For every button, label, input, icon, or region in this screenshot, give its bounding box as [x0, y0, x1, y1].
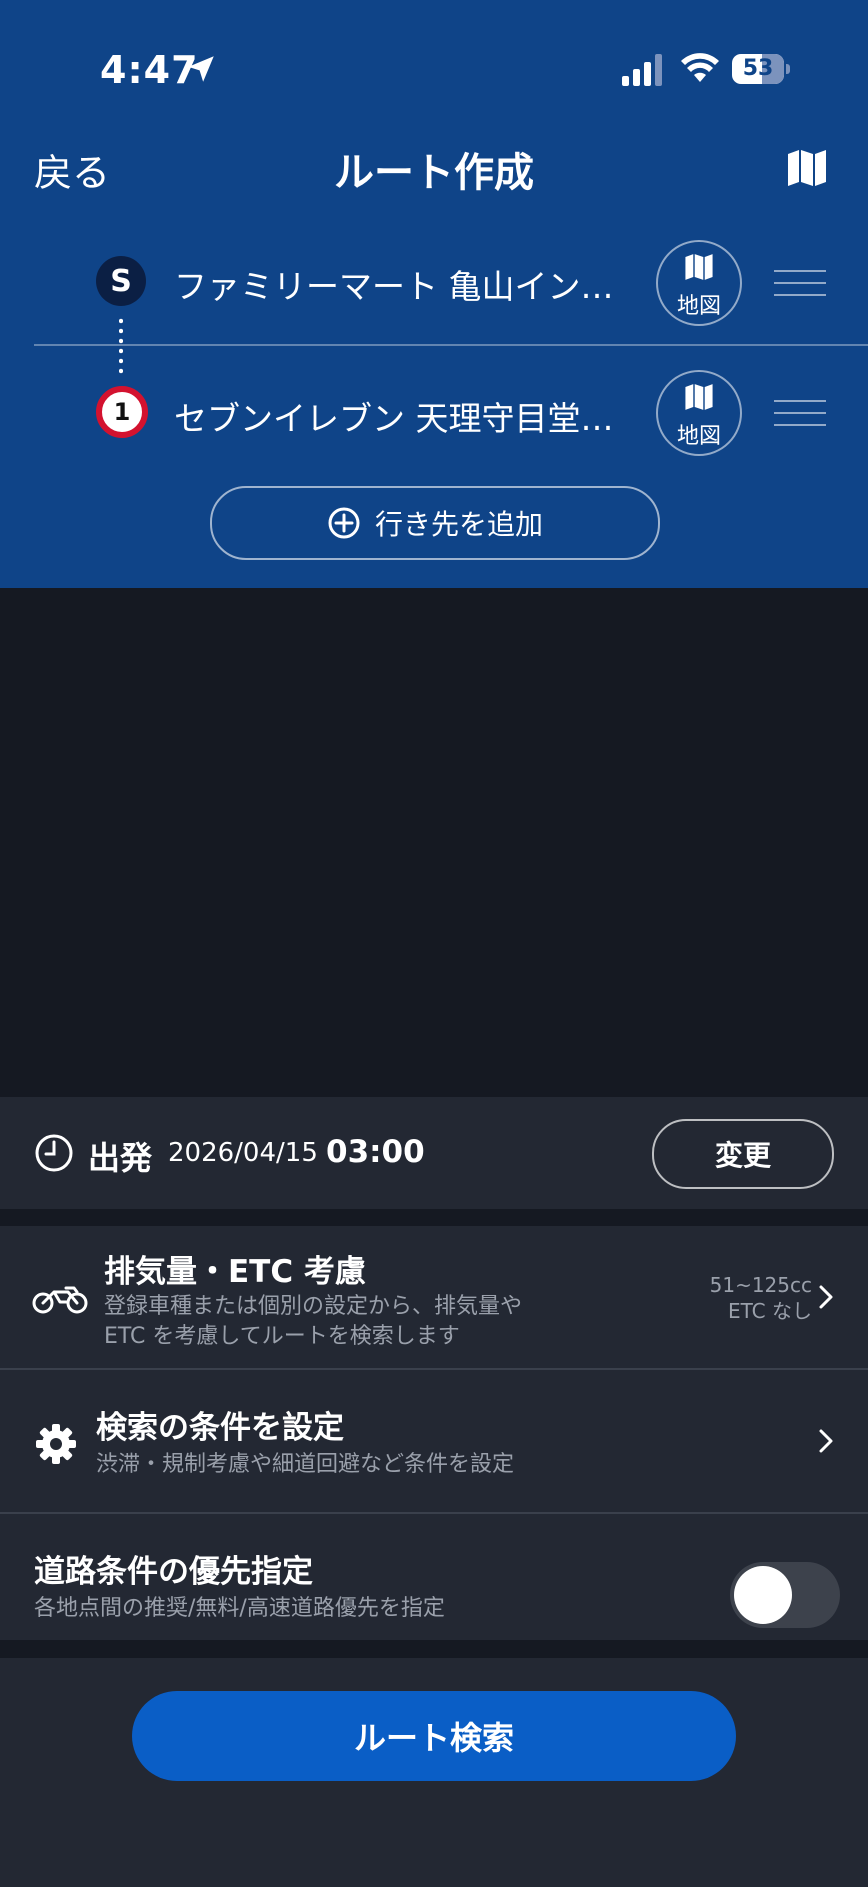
drag-handle-icon[interactable]: [774, 400, 826, 428]
exhaust-value-etc: ETC なし: [727, 1299, 812, 1323]
exhaust-etc-setting[interactable]: 排気量・ETC 考慮 登録車種または個別の設定から、排気量や ETC を考慮して…: [0, 1226, 868, 1368]
stop-1-marker: 1: [96, 386, 148, 438]
wifi-icon: [681, 53, 719, 82]
cellular-signal-icon: [622, 54, 662, 86]
start-map-button[interactable]: 地図: [656, 240, 742, 326]
map-icon[interactable]: [786, 148, 828, 188]
stop-1-place-name[interactable]: セブンイレブン 天理守目堂…: [174, 392, 614, 440]
add-destination-label: 行き先を追加: [374, 508, 543, 541]
location-arrow-icon: [188, 56, 214, 82]
exhaust-etc-title: 排気量・ETC 考慮: [104, 1254, 366, 1290]
route-search-button[interactable]: ルート検索: [132, 1691, 736, 1781]
road-priority-toggle[interactable]: [730, 1562, 840, 1628]
battery-indicator: 53: [732, 54, 790, 86]
clock-icon: [35, 1134, 73, 1172]
exhaust-etc-desc-2: ETC を考慮してルートを検索します: [104, 1324, 460, 1349]
stop-1-map-button[interactable]: 地図: [656, 370, 742, 456]
map-icon: [685, 254, 713, 280]
map-icon: [685, 384, 713, 410]
exhaust-etc-desc-1: 登録車種または個別の設定から、排気量や: [104, 1294, 523, 1319]
route-point-start[interactable]: S ファミリーマート 亀山イン… 地図: [0, 218, 868, 346]
gear-icon: [36, 1424, 76, 1464]
change-departure-button[interactable]: 変更: [652, 1119, 834, 1189]
road-priority-desc: 各地点間の推奨/無料/高速道路優先を指定: [34, 1596, 445, 1621]
page-title: ルート作成: [334, 150, 534, 196]
motorcycle-icon: [32, 1286, 88, 1314]
map-button-label: 地図: [676, 424, 721, 449]
chevron-right-icon: [819, 1285, 833, 1309]
battery-level: 53: [742, 56, 774, 81]
start-place-name[interactable]: ファミリーマート 亀山イン…: [174, 260, 614, 308]
route-point-1[interactable]: 1 セブンイレブン 天理守目堂… 地図: [0, 346, 868, 474]
departure-date: 2026/04/15: [168, 1138, 318, 1168]
start-marker: S: [96, 256, 146, 306]
toggle-knob: [734, 1566, 792, 1624]
map-button-label: 地図: [676, 294, 721, 319]
add-destination-button[interactable]: 行き先を追加: [210, 486, 660, 560]
search-conditions-title: 検索の条件を設定: [96, 1410, 344, 1446]
chevron-right-icon: [819, 1429, 833, 1453]
drag-handle-icon[interactable]: [774, 270, 826, 298]
departure-time: 03:00: [326, 1134, 425, 1170]
search-conditions-setting[interactable]: 検索の条件を設定 渋滞・規制考慮や細道回避など条件を設定: [0, 1370, 868, 1512]
search-conditions-desc: 渋滞・規制考慮や細道回避など条件を設定: [96, 1452, 515, 1477]
exhaust-value-cc: 51~125cc: [709, 1273, 812, 1297]
departure-label: 出発: [88, 1139, 153, 1177]
road-priority-title: 道路条件の優先指定: [34, 1554, 313, 1590]
plus-circle-icon: [328, 507, 360, 539]
